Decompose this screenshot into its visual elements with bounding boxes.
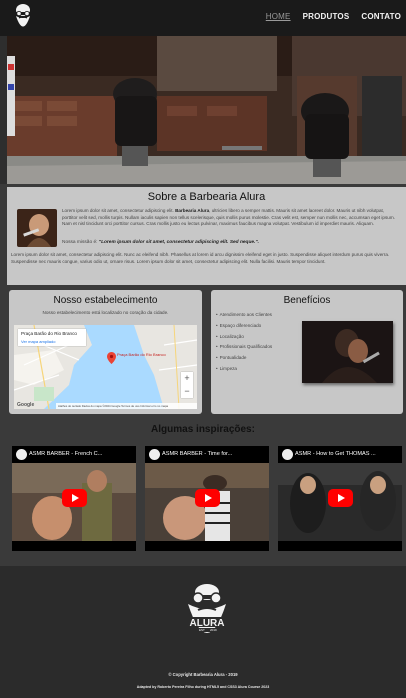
- video-embed-1[interactable]: ASMR BARBER - French C...: [12, 446, 136, 551]
- map-pin-icon[interactable]: [107, 352, 116, 364]
- svg-text:2019: 2019: [210, 628, 217, 632]
- video-title[interactable]: ASMR BARBER - French C...: [29, 451, 129, 457]
- video-embed-2[interactable]: ASMR BARBER - Time for...: [145, 446, 269, 551]
- about-brand: Barbearia Alura: [175, 208, 210, 213]
- map-place-card: Praça Barão do Rio Branco Ver mapa ampli…: [18, 329, 86, 346]
- header: HOME PRODUTOS CONTATO: [0, 0, 406, 36]
- map-pin-label: Praça Barão do Rio Branco: [117, 352, 166, 357]
- svg-text:ALURA: ALURA: [190, 618, 225, 629]
- video-embed-3[interactable]: ASMR - How to Get THOMAS ...: [278, 446, 402, 551]
- alura-barber-logo: ALURA EST 2019: [184, 584, 230, 633]
- video-title[interactable]: ASMR - How to Get THOMAS ...: [295, 451, 395, 457]
- benefit-item: Atendimento aos Clientes: [216, 310, 272, 321]
- channel-avatar[interactable]: [282, 449, 293, 460]
- youtube-play-icon[interactable]: [328, 489, 353, 507]
- mission-quote: "Lorem ipsum dolor sit amet, consectetur…: [98, 240, 260, 245]
- about-barber-image: [17, 209, 57, 247]
- map-zoom-control: + −: [181, 372, 193, 398]
- zoom-out-button[interactable]: −: [181, 385, 193, 397]
- nav-produtos-link[interactable]: PRODUTOS: [303, 12, 350, 21]
- map-footer-links[interactable]: Atalhos do teclado Dados do mapa ©2024 G…: [56, 403, 197, 409]
- benefits-list: Atendimento aos Clientes Espaço diferenc…: [216, 310, 273, 375]
- credits-text: Adapted by Roberto Pereira Filho during …: [136, 685, 270, 689]
- alura-logo-icon[interactable]: [12, 3, 34, 33]
- map-place-name: Praça Barão do Rio Branco: [21, 331, 77, 336]
- benefit-item: Espaço diferenciado: [216, 321, 272, 332]
- svg-text:EST: EST: [199, 628, 205, 632]
- google-logo: Google: [17, 402, 35, 408]
- google-map-embed[interactable]: Praça Barão do Rio Branco Praça Barão do…: [14, 325, 197, 409]
- about-mission: Nossa missão é: "Lorem ipsum dolor sit a…: [62, 240, 260, 245]
- video-title[interactable]: ASMR BARBER - Time for...: [162, 451, 262, 457]
- youtube-play-icon[interactable]: [62, 489, 87, 507]
- zoom-in-button[interactable]: +: [181, 372, 193, 384]
- benefit-item: Profissionais Qualificados: [216, 342, 273, 353]
- main-nav: HOME PRODUTOS CONTATO: [266, 12, 401, 21]
- hero-banner-image: [7, 36, 406, 184]
- copyright-text: © Copyright Barbearia Alura - 2019: [168, 672, 238, 677]
- benefit-item: Limpeza: [216, 364, 272, 375]
- benefit-item: Localização: [216, 332, 272, 343]
- nav-home-link[interactable]: HOME: [266, 12, 291, 21]
- footer: ALURA EST 2019 © Copyright Barbearia Alu…: [0, 566, 406, 698]
- location-title: Nosso estabelecimento: [53, 295, 158, 306]
- inspirations-title: Algumas inspirações:: [151, 424, 255, 435]
- about-title: Sobre a Barbearia Alura: [147, 191, 266, 203]
- nav-contato-link[interactable]: CONTATO: [361, 12, 401, 21]
- channel-avatar[interactable]: [149, 449, 160, 460]
- channel-avatar[interactable]: [16, 449, 27, 460]
- about-paragraph-2: Lorem ipsum dolor sit amet, consectetur …: [11, 252, 390, 264]
- map-enlarge-link[interactable]: Ver mapa ampliado: [21, 339, 55, 344]
- benefits-title: Benefícios: [283, 295, 331, 306]
- benefit-item: Pontualidade: [216, 353, 272, 364]
- benefits-card: Benefícios Atendimento aos Clientes Espa…: [211, 290, 403, 414]
- youtube-play-icon[interactable]: [195, 489, 220, 507]
- location-card: Nosso estabelecimento Nosso estabelecime…: [9, 290, 202, 414]
- location-subtitle: Nosso estabelecimento está localizado no…: [42, 310, 169, 315]
- about-paragraph: Lorem ipsum dolor sit amet, consectetur …: [62, 208, 395, 227]
- benefits-barber-image: [302, 321, 393, 383]
- about-section: Sobre a Barbearia Alura Lorem ipsum dolo…: [7, 187, 406, 285]
